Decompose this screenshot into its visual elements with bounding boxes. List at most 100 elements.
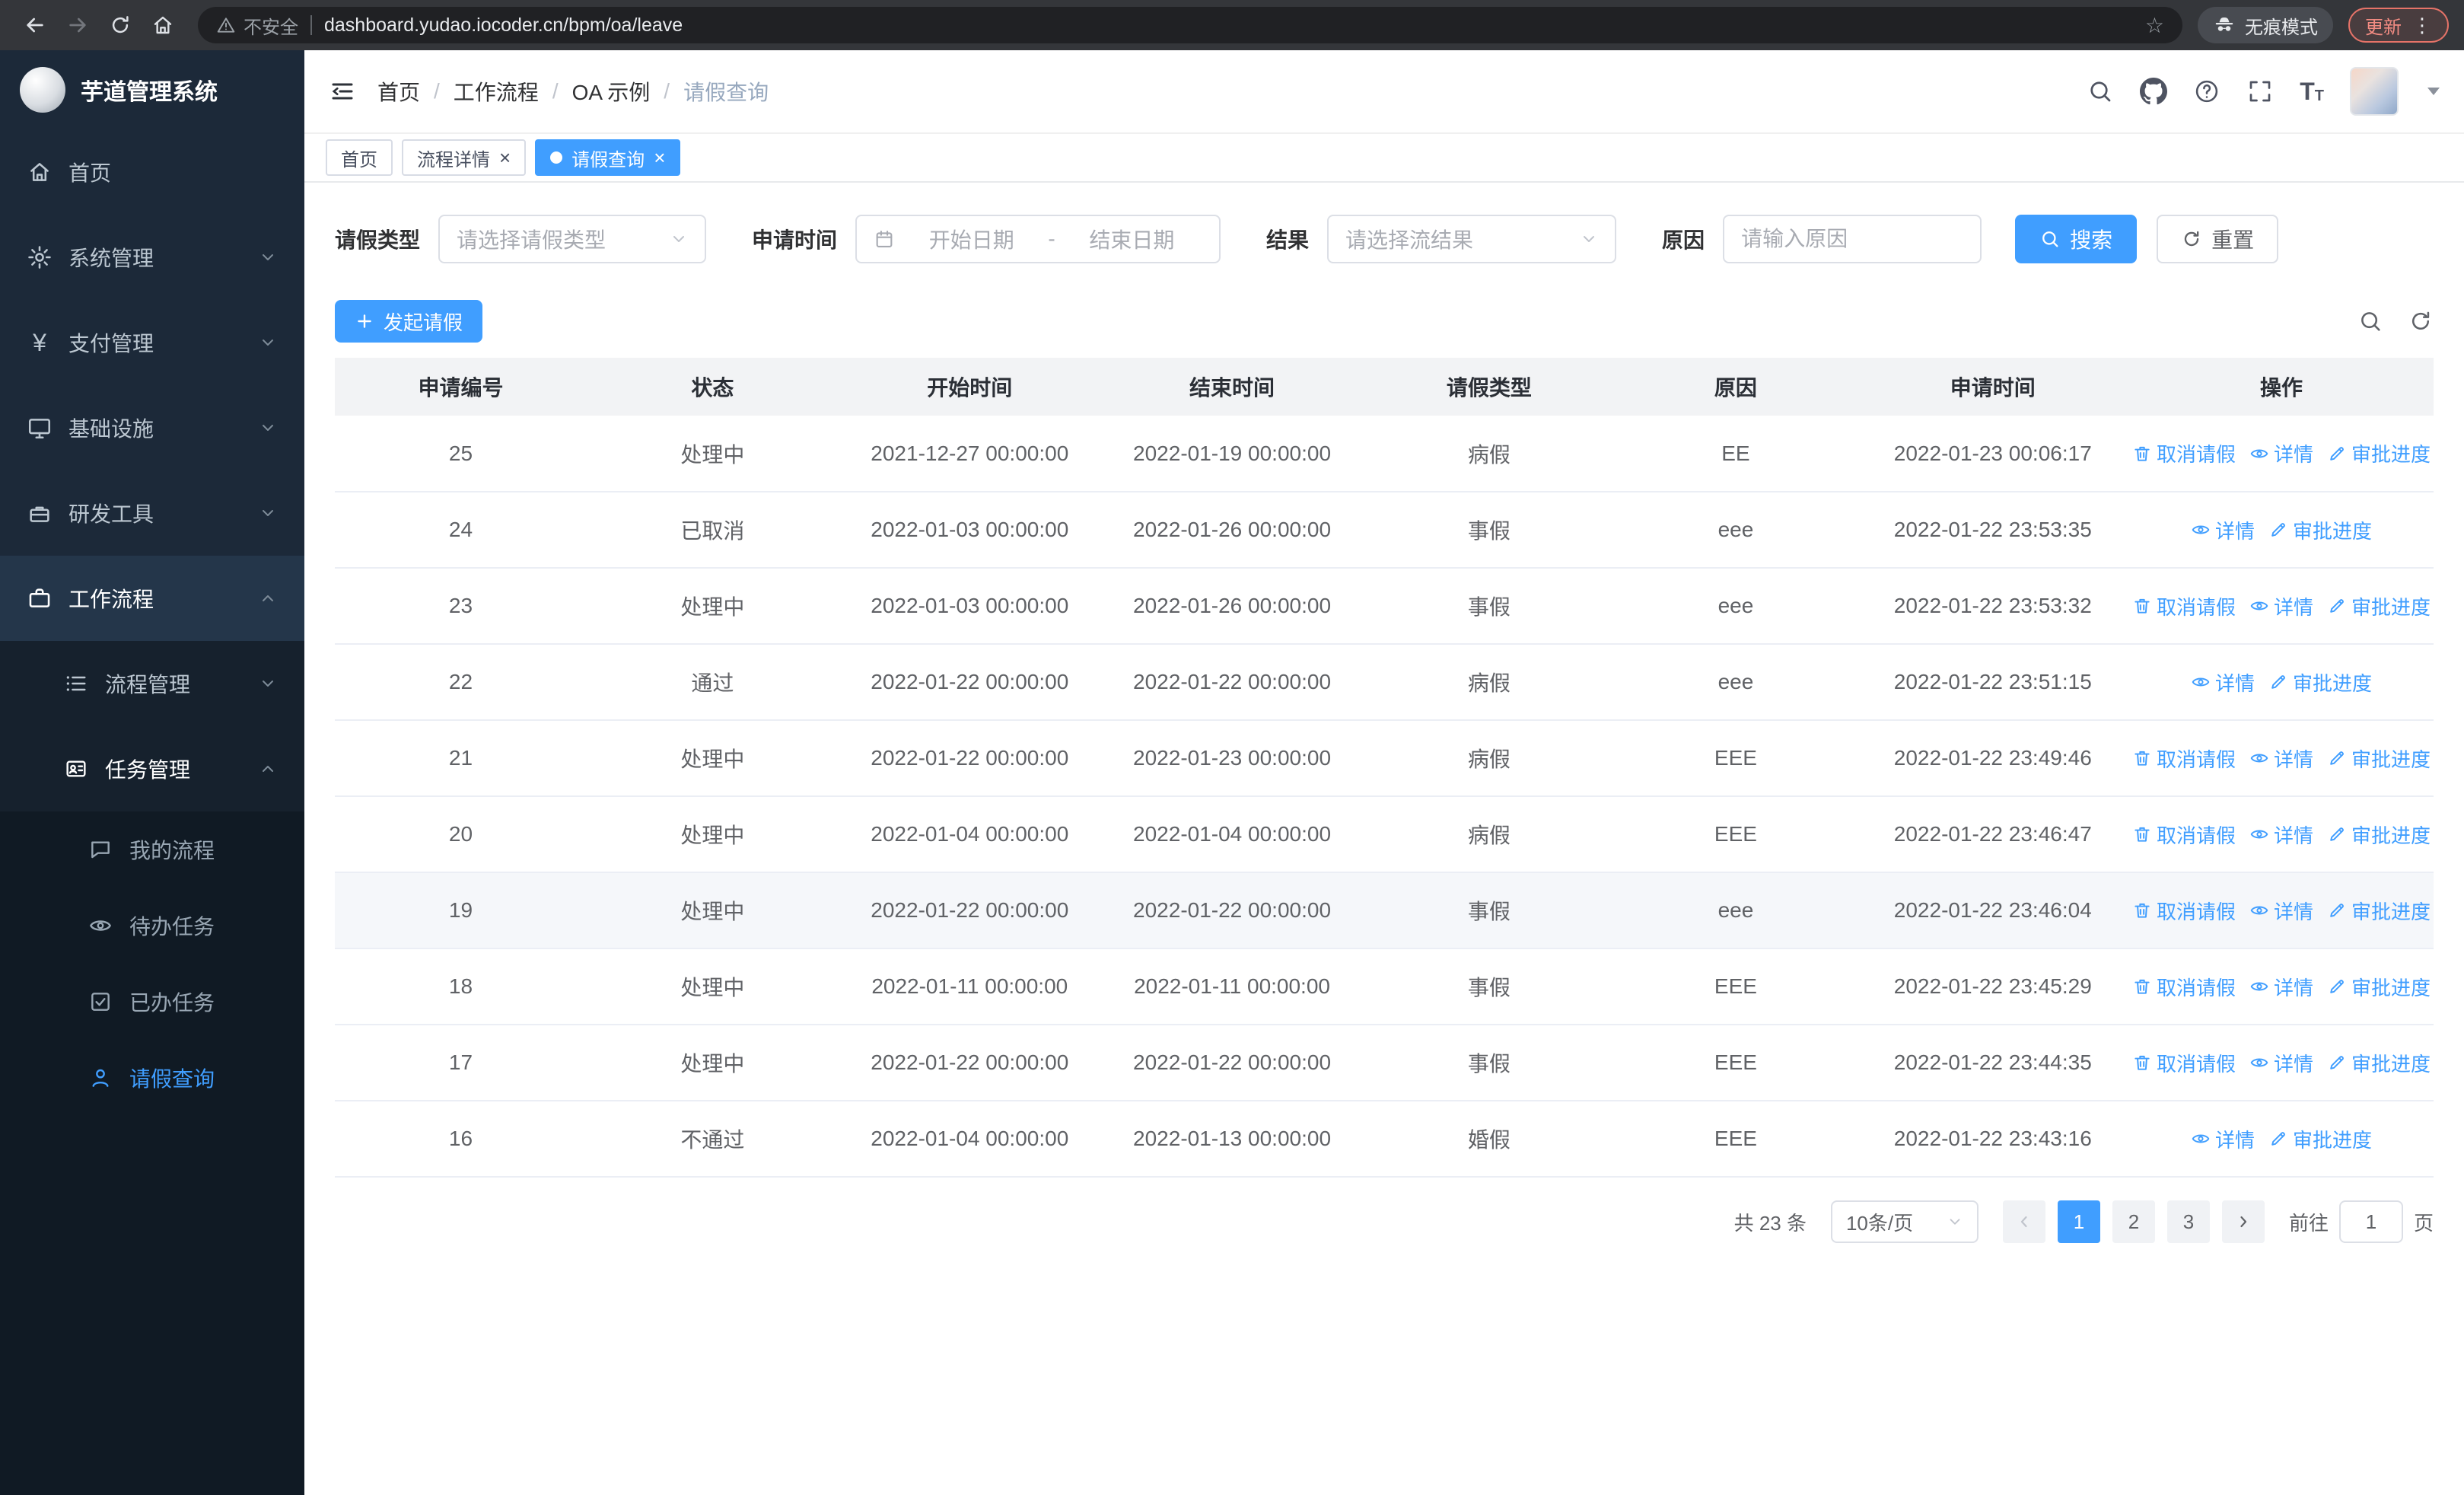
leave-table: 申请编号 状态 开始时间 结束时间 请假类型 原因 申请时间 操作 25 处理中… — [335, 358, 2434, 1178]
sidebar-item-leave-query[interactable]: 请假查询 — [0, 1040, 304, 1116]
detail-link[interactable]: 详情 — [2249, 1049, 2313, 1077]
avatar[interactable] — [2350, 67, 2399, 116]
cancel-leave-link[interactable]: 取消请假 — [2132, 592, 2236, 620]
sidebar-item-done-tasks[interactable]: 已办任务 — [0, 964, 304, 1040]
sidebar-item-workflow[interactable]: 工作流程 — [0, 556, 304, 641]
approval-progress-link[interactable]: 审批进度 — [2327, 744, 2431, 773]
cancel-leave-link[interactable]: 取消请假 — [2132, 821, 2236, 849]
page-button-2[interactable]: 2 — [2112, 1200, 2155, 1243]
detail-link[interactable]: 详情 — [2191, 1125, 2255, 1153]
approval-progress-link[interactable]: 审批进度 — [2327, 897, 2431, 925]
detail-link[interactable]: 详情 — [2249, 897, 2313, 925]
reason-label: 原因 — [1662, 228, 1705, 252]
approval-progress-link[interactable]: 审批进度 — [2268, 668, 2372, 696]
browser-home-button[interactable] — [143, 5, 183, 45]
page-button-1[interactable]: 1 — [2057, 1200, 2100, 1243]
sidebar-item-system[interactable]: 系统管理 — [0, 215, 304, 300]
result-select[interactable]: 请选择流结果 — [1327, 215, 1617, 263]
detail-link[interactable]: 详情 — [2191, 516, 2255, 544]
detail-link[interactable]: 详情 — [2249, 744, 2313, 773]
pagination-total: 共 23 条 — [1733, 1211, 1807, 1235]
browser-update-chip[interactable]: 更新 ⋮ — [2348, 8, 2449, 43]
cell-reason: eee — [1615, 492, 1857, 569]
cell-apply-time: 2022-01-22 23:49:46 — [1856, 720, 2130, 797]
search-toggle-icon[interactable] — [2357, 308, 2383, 334]
trash-icon — [2132, 824, 2152, 844]
browser-refresh-button[interactable] — [100, 5, 140, 45]
browser-forward-button[interactable] — [58, 5, 97, 45]
search-icon[interactable] — [2087, 78, 2114, 105]
detail-link[interactable]: 详情 — [2191, 668, 2255, 696]
sidebar-item-task-management[interactable]: 任务管理 — [0, 726, 304, 811]
cell-leave-type: 婚假 — [1363, 1101, 1616, 1178]
sidebar-item-payment[interactable]: ¥ 支付管理 — [0, 300, 304, 385]
detail-link[interactable]: 详情 — [2249, 439, 2313, 467]
menu-fold-icon[interactable] — [329, 78, 356, 105]
page-size-select[interactable]: 10条/页 — [1830, 1200, 1979, 1243]
sidebar-item-devtools[interactable]: 研发工具 — [0, 470, 304, 556]
help-icon[interactable] — [2193, 78, 2220, 105]
col-apply-id: 申请编号 — [335, 358, 587, 416]
approval-progress-link[interactable]: 审批进度 — [2327, 973, 2431, 1001]
approval-progress-link[interactable]: 审批进度 — [2327, 439, 2431, 467]
sidebar-item-process-management[interactable]: 流程管理 — [0, 641, 304, 726]
date-range-picker[interactable]: 开始日期 - 结束日期 — [855, 215, 1221, 263]
trash-icon — [2132, 596, 2152, 616]
approval-progress-link[interactable]: 审批进度 — [2327, 821, 2431, 849]
approval-progress-link[interactable]: 审批进度 — [2327, 592, 2431, 620]
leave-type-select[interactable]: 请选择请假类型 — [438, 215, 707, 263]
create-leave-button[interactable]: 发起请假 — [335, 300, 483, 343]
tab-process-detail[interactable]: 流程详情 × — [402, 139, 527, 176]
cell-start-time: 2022-01-22 00:00:00 — [838, 720, 1101, 797]
eye-icon — [87, 913, 114, 938]
approval-progress-link[interactable]: 审批进度 — [2327, 1049, 2431, 1077]
search-button[interactable]: 搜索 — [2015, 215, 2138, 263]
approval-progress-link[interactable]: 审批进度 — [2268, 1125, 2372, 1153]
tab-home[interactable]: 首页 — [326, 139, 393, 176]
detail-link[interactable]: 详情 — [2249, 973, 2313, 1001]
search-button-label: 搜索 — [2070, 228, 2113, 252]
cancel-leave-link[interactable]: 取消请假 — [2132, 439, 2236, 467]
detail-label: 详情 — [2215, 519, 2255, 543]
goto-page-input[interactable] — [2338, 1200, 2403, 1243]
security-chip[interactable]: 不安全 — [216, 12, 298, 39]
prev-page-button[interactable] — [2002, 1200, 2045, 1243]
detail-label: 详情 — [2274, 1052, 2314, 1076]
cancel-leave-link[interactable]: 取消请假 — [2132, 897, 2236, 925]
tab-leave-query[interactable]: 请假查询 × — [535, 139, 681, 176]
fullscreen-icon[interactable] — [2246, 78, 2274, 105]
close-icon[interactable]: × — [654, 148, 665, 167]
reset-button[interactable]: 重置 — [2157, 215, 2279, 263]
detail-link[interactable]: 详情 — [2249, 592, 2313, 620]
address-bar[interactable]: 不安全 dashboard.yudao.iocoder.cn/bpm/oa/le… — [198, 7, 2182, 43]
cancel-leave-link[interactable]: 取消请假 — [2132, 744, 2236, 773]
approval-progress-link[interactable]: 审批进度 — [2268, 516, 2372, 544]
sidebar-item-my-process[interactable]: 我的流程 — [0, 811, 304, 888]
detail-link[interactable]: 详情 — [2249, 821, 2313, 849]
cell-status: 处理中 — [586, 568, 839, 645]
detail-label: 详情 — [2274, 748, 2314, 771]
breadcrumb-item[interactable]: 首页 — [377, 76, 420, 107]
close-icon[interactable]: × — [499, 148, 511, 167]
sidebar-item-infrastructure[interactable]: 基础设施 — [0, 385, 304, 470]
browser-menu-icon[interactable]: ⋮ — [2412, 14, 2432, 37]
font-size-icon[interactable]: TT — [2300, 79, 2324, 104]
cancel-leave-link[interactable]: 取消请假 — [2132, 1049, 2236, 1077]
cell-leave-type: 事假 — [1363, 568, 1616, 645]
sidebar-item-home[interactable]: 首页 — [0, 129, 304, 215]
bookmark-star-icon[interactable]: ☆ — [2145, 13, 2164, 38]
refresh-table-icon[interactable] — [2408, 308, 2434, 334]
table-row: 22 通过 2022-01-22 00:00:00 2022-01-22 00:… — [335, 644, 2434, 721]
breadcrumb-item[interactable]: OA 示例 — [572, 76, 651, 107]
reason-input[interactable] — [1723, 215, 1982, 263]
approval-progress-label: 审批进度 — [2351, 748, 2431, 771]
next-page-button[interactable] — [2221, 1200, 2265, 1243]
browser-back-button[interactable] — [15, 5, 55, 45]
cancel-leave-link[interactable]: 取消请假 — [2132, 973, 2236, 1001]
page-button-3[interactable]: 3 — [2166, 1200, 2210, 1243]
github-icon[interactable] — [2140, 78, 2168, 105]
breadcrumb-item[interactable]: 工作流程 — [454, 76, 539, 107]
sidebar-item-todo-tasks[interactable]: 待办任务 — [0, 888, 304, 964]
cell-reason: EEE — [1615, 796, 1857, 873]
sidebar-item-label: 支付管理 — [68, 332, 154, 355]
